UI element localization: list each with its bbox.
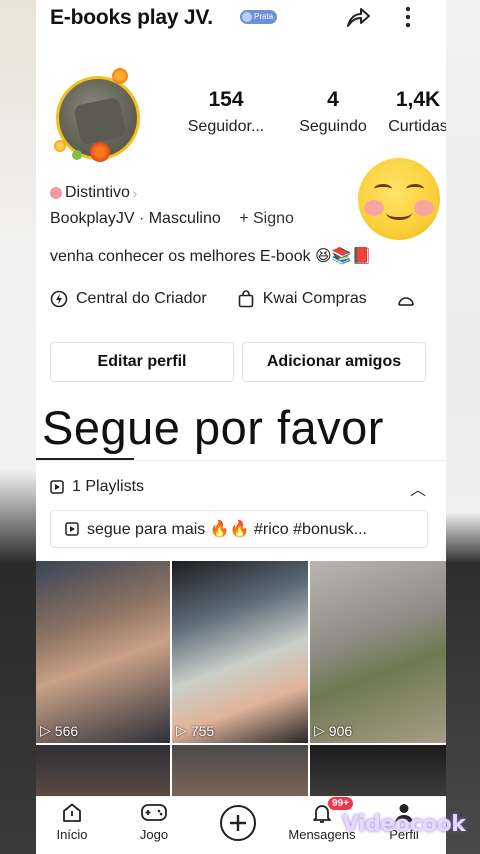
- likes-count: 1,4K: [395, 88, 441, 111]
- kwai-shopping-label: Kwai Compras: [262, 290, 367, 307]
- play-icon: ▷: [176, 722, 187, 738]
- badge-dot-icon: [242, 12, 252, 22]
- video-thumbnail[interactable]: ▷ 755: [172, 561, 308, 743]
- followers-label: Seguidor...: [187, 118, 265, 135]
- smiling-face-emoji-icon: [358, 158, 440, 240]
- bio-username-gender: BookplayJV · Masculino: [50, 210, 221, 227]
- playlist-icon: [65, 522, 79, 536]
- creator-center-link[interactable]: Central do Criador: [50, 290, 207, 308]
- add-sign-link[interactable]: + Signo: [239, 210, 294, 227]
- following-stat[interactable]: 4 Seguindo: [288, 88, 378, 136]
- messages-count-badge: 99+: [328, 797, 353, 810]
- video-grid: ▷ 566 ▷ 755 ▷ 906: [36, 561, 446, 797]
- video-thumbnail[interactable]: [310, 745, 446, 797]
- playlist-item[interactable]: segue para mais 🔥🔥 #rico #bonusk...: [50, 510, 428, 548]
- watermark-logo: Videocook: [342, 812, 466, 837]
- more-tools-link[interactable]: [397, 290, 415, 308]
- flower-decoration-icon: [112, 68, 128, 84]
- distintivo-label: Distintivo: [65, 184, 130, 201]
- playlist-title: segue para mais 🔥🔥 #rico #bonusk...: [87, 521, 367, 538]
- top-bar: E-books play JV. Prata: [36, 0, 446, 40]
- creator-center-label: Central do Criador: [76, 290, 207, 307]
- following-label: Seguindo: [299, 118, 367, 135]
- creator-tools-row: Central do Criador Kwai Compras: [50, 286, 446, 312]
- gamepad-icon: [141, 804, 167, 821]
- video-views: ▷ 755: [176, 722, 215, 739]
- shopping-bag-icon: [238, 290, 254, 308]
- nav-game[interactable]: Jogo: [132, 801, 176, 842]
- plus-circle-icon: [220, 805, 256, 841]
- video-views: ▷ 566: [40, 722, 79, 739]
- distintivo-icon: [50, 187, 62, 199]
- more-options-icon[interactable]: [398, 4, 418, 30]
- playlists-count-label: 1 Playlists: [72, 478, 145, 495]
- chevron-up-icon[interactable]: ︿: [410, 476, 426, 500]
- playlists-header[interactable]: 1 Playlists: [50, 478, 144, 496]
- following-count: 4: [327, 88, 339, 111]
- background-blur-left: [0, 0, 36, 854]
- video-thumbnail[interactable]: ▷ 566: [36, 561, 170, 743]
- profile-name: E-books play JV.: [50, 6, 213, 29]
- profile-stats: 154 Seguidor... 4 Seguindo 1,4K Curtidas: [156, 88, 446, 148]
- followers-count: 154: [208, 88, 244, 111]
- video-thumbnail[interactable]: ▷ 906: [310, 561, 446, 743]
- home-icon: [63, 803, 81, 822]
- followers-stat[interactable]: 154 Seguidor...: [176, 88, 276, 136]
- avatar[interactable]: [50, 68, 146, 166]
- share-icon[interactable]: [344, 4, 372, 30]
- video-views: ▷ 906: [314, 722, 353, 739]
- chevron-right-icon: ›: [132, 185, 138, 201]
- bio-description: venha conhecer os melhores E-book 😆📚📕: [50, 248, 372, 265]
- edit-profile-button[interactable]: Editar perfil: [50, 342, 234, 382]
- likes-label: Curtidas: [388, 118, 446, 135]
- nav-home[interactable]: Início: [50, 801, 94, 842]
- play-icon: ▷: [40, 722, 51, 738]
- playlist-icon: [50, 480, 64, 494]
- nav-game-label: Jogo: [139, 827, 169, 842]
- video-caption-overlay: Segue por favor: [42, 401, 384, 454]
- flower-decoration-icon: [90, 142, 110, 162]
- level-badge[interactable]: Prata: [240, 10, 278, 24]
- kwai-shopping-link[interactable]: Kwai Compras: [237, 290, 367, 308]
- partial-tool-icon: [397, 297, 414, 306]
- profile-screen: E-books play JV. Prata 154 Seguidor... 4…: [36, 0, 446, 854]
- tab-divider: [36, 460, 446, 461]
- distintivo-link[interactable]: Distintivo ›: [50, 184, 137, 202]
- bio-info-line: BookplayJV · Masculino + Signo: [50, 210, 294, 228]
- likes-stat[interactable]: 1,4K Curtidas: [382, 88, 446, 136]
- video-thumbnail[interactable]: [172, 745, 308, 797]
- badge-label: Prata: [254, 12, 274, 21]
- leaf-decoration-icon: [72, 150, 82, 160]
- flower-decoration-icon: [54, 140, 66, 152]
- lightning-icon: [50, 290, 68, 308]
- play-icon: ▷: [314, 722, 325, 738]
- add-friends-button[interactable]: Adicionar amigos: [242, 342, 426, 382]
- video-thumbnail[interactable]: [36, 745, 170, 797]
- background-blur-right: [446, 0, 480, 854]
- nav-home-label: Início: [56, 827, 88, 842]
- nav-create[interactable]: [216, 803, 260, 845]
